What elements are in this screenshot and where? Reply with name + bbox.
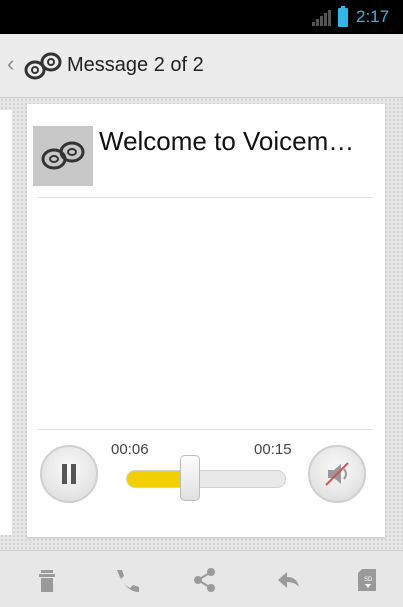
message-card: Welcome to Voicem… 00:06 00:15 bbox=[27, 104, 385, 537]
voicemail-icon bbox=[41, 141, 85, 170]
action-bar: ‹ Message 2 of 2 bbox=[0, 34, 403, 98]
message-title: Welcome to Voicem… bbox=[99, 126, 355, 156]
seek-bar[interactable] bbox=[126, 470, 286, 488]
trash-icon[interactable] bbox=[33, 566, 61, 594]
previous-message-card-edge[interactable] bbox=[0, 110, 12, 535]
share-icon[interactable] bbox=[191, 566, 219, 594]
battery-icon bbox=[338, 6, 348, 27]
divider bbox=[37, 197, 373, 198]
status-time: 2:17 bbox=[356, 7, 390, 26]
svg-text:SD: SD bbox=[364, 577, 373, 583]
message-thumbnail bbox=[33, 126, 93, 186]
speaker-off-icon bbox=[325, 462, 349, 486]
pause-icon bbox=[62, 464, 76, 484]
divider bbox=[37, 429, 373, 430]
pause-button[interactable] bbox=[40, 445, 98, 503]
page-title: Message 2 of 2 bbox=[67, 54, 204, 76]
up-caret-icon[interactable]: ‹ bbox=[7, 53, 14, 75]
bottom-action-bar: SD bbox=[0, 550, 403, 607]
voicemail-app-icon[interactable] bbox=[22, 48, 62, 84]
reply-icon[interactable] bbox=[274, 566, 302, 594]
status-bar: 2:17 bbox=[0, 0, 403, 34]
sd-card-icon[interactable]: SD bbox=[354, 566, 382, 594]
playback-duration: 00:15 bbox=[254, 441, 292, 458]
seek-thumb[interactable] bbox=[180, 455, 200, 501]
speakerphone-button[interactable] bbox=[308, 445, 366, 503]
signal-icon bbox=[312, 10, 331, 26]
phone-icon[interactable] bbox=[111, 566, 139, 594]
playback-position: 00:06 bbox=[111, 441, 149, 458]
